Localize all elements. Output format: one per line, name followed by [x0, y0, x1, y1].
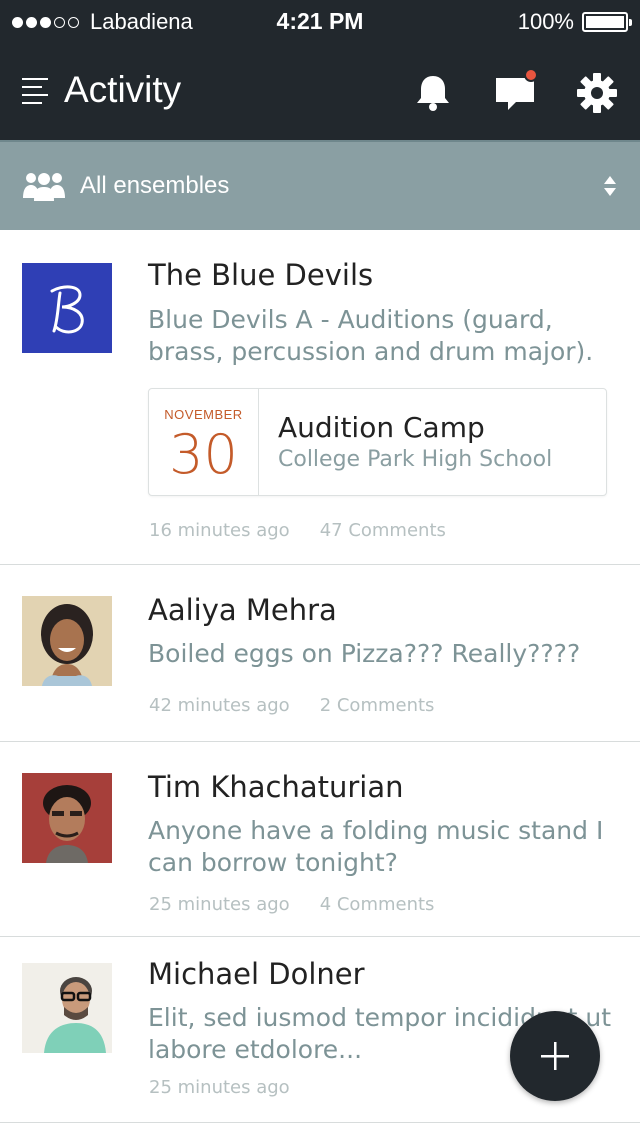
post-text: Anyone have a folding music stand I can …	[148, 816, 604, 877]
feed-item[interactable]: Tim Khachaturian Anyone have a folding m…	[0, 742, 640, 937]
post-meta: 25 minutes ago 4 Comments	[149, 894, 434, 915]
ensemble-logo	[22, 263, 112, 353]
comments-link[interactable]: 4 Comments	[320, 894, 435, 915]
gear-icon[interactable]	[576, 72, 618, 114]
event-month: NOVEMBER	[164, 407, 243, 422]
battery-percent: 100%	[517, 9, 574, 34]
post-timestamp: 16 minutes ago	[149, 520, 290, 541]
post-meta: 42 minutes ago 2 Comments	[149, 695, 434, 716]
status-right: 100%	[517, 9, 632, 35]
post-text: Boiled eggs on Pizza??? Really????	[148, 639, 581, 668]
activity-feed: The Blue Devils Blue Devils A - Audition…	[0, 230, 640, 1123]
post-text: Blue Devils A - Auditions (guard, brass,…	[148, 305, 594, 366]
post-meta: 25 minutes ago	[149, 1077, 320, 1098]
avatar	[22, 596, 112, 686]
post-meta: 16 minutes ago 47 Comments	[149, 520, 446, 541]
comments-link[interactable]: 2 Comments	[320, 695, 435, 716]
post-timestamp: 42 minutes ago	[149, 695, 290, 716]
event-location: College Park High School	[278, 447, 553, 472]
comments-link[interactable]: 47 Comments	[320, 520, 446, 541]
plus-icon	[541, 1042, 569, 1070]
event-title: Audition Camp	[278, 411, 485, 444]
post-author[interactable]: The Blue Devils	[148, 258, 373, 292]
menu-icon[interactable]	[22, 78, 48, 104]
chat-icon[interactable]	[494, 68, 538, 114]
ensemble-filter[interactable]: All ensembles	[0, 140, 640, 230]
post-author[interactable]: Tim Khachaturian	[148, 770, 404, 804]
feed-item[interactable]: The Blue Devils Blue Devils A - Audition…	[0, 230, 640, 565]
event-card[interactable]: NOVEMBER 30 Audition Camp College Park H…	[148, 388, 607, 496]
status-bar: Labadiena 4:21 PM 100%	[0, 0, 640, 44]
avatar	[22, 773, 112, 863]
battery-icon	[582, 12, 632, 32]
feed-item[interactable]: Aaliya Mehra Boiled eggs on Pizza??? Rea…	[0, 565, 640, 742]
app-header-region: Labadiena 4:21 PM 100% Activity	[0, 0, 640, 140]
compose-button[interactable]	[510, 1011, 600, 1101]
event-day: 30	[169, 423, 238, 486]
post-timestamp: 25 minutes ago	[149, 894, 290, 915]
event-date: NOVEMBER 30	[149, 389, 259, 495]
page-title: Activity	[64, 69, 182, 110]
bell-icon[interactable]	[412, 72, 454, 114]
unread-dot	[524, 68, 538, 82]
post-author[interactable]: Aaliya Mehra	[148, 593, 337, 627]
sort-arrows-icon	[602, 174, 618, 198]
filter-label: All ensembles	[80, 172, 230, 199]
avatar	[22, 963, 112, 1053]
post-timestamp: 25 minutes ago	[149, 1077, 290, 1098]
navigation-bar: Activity	[0, 44, 640, 140]
group-icon	[22, 170, 66, 202]
post-author[interactable]: Michael Dolner	[148, 957, 365, 991]
